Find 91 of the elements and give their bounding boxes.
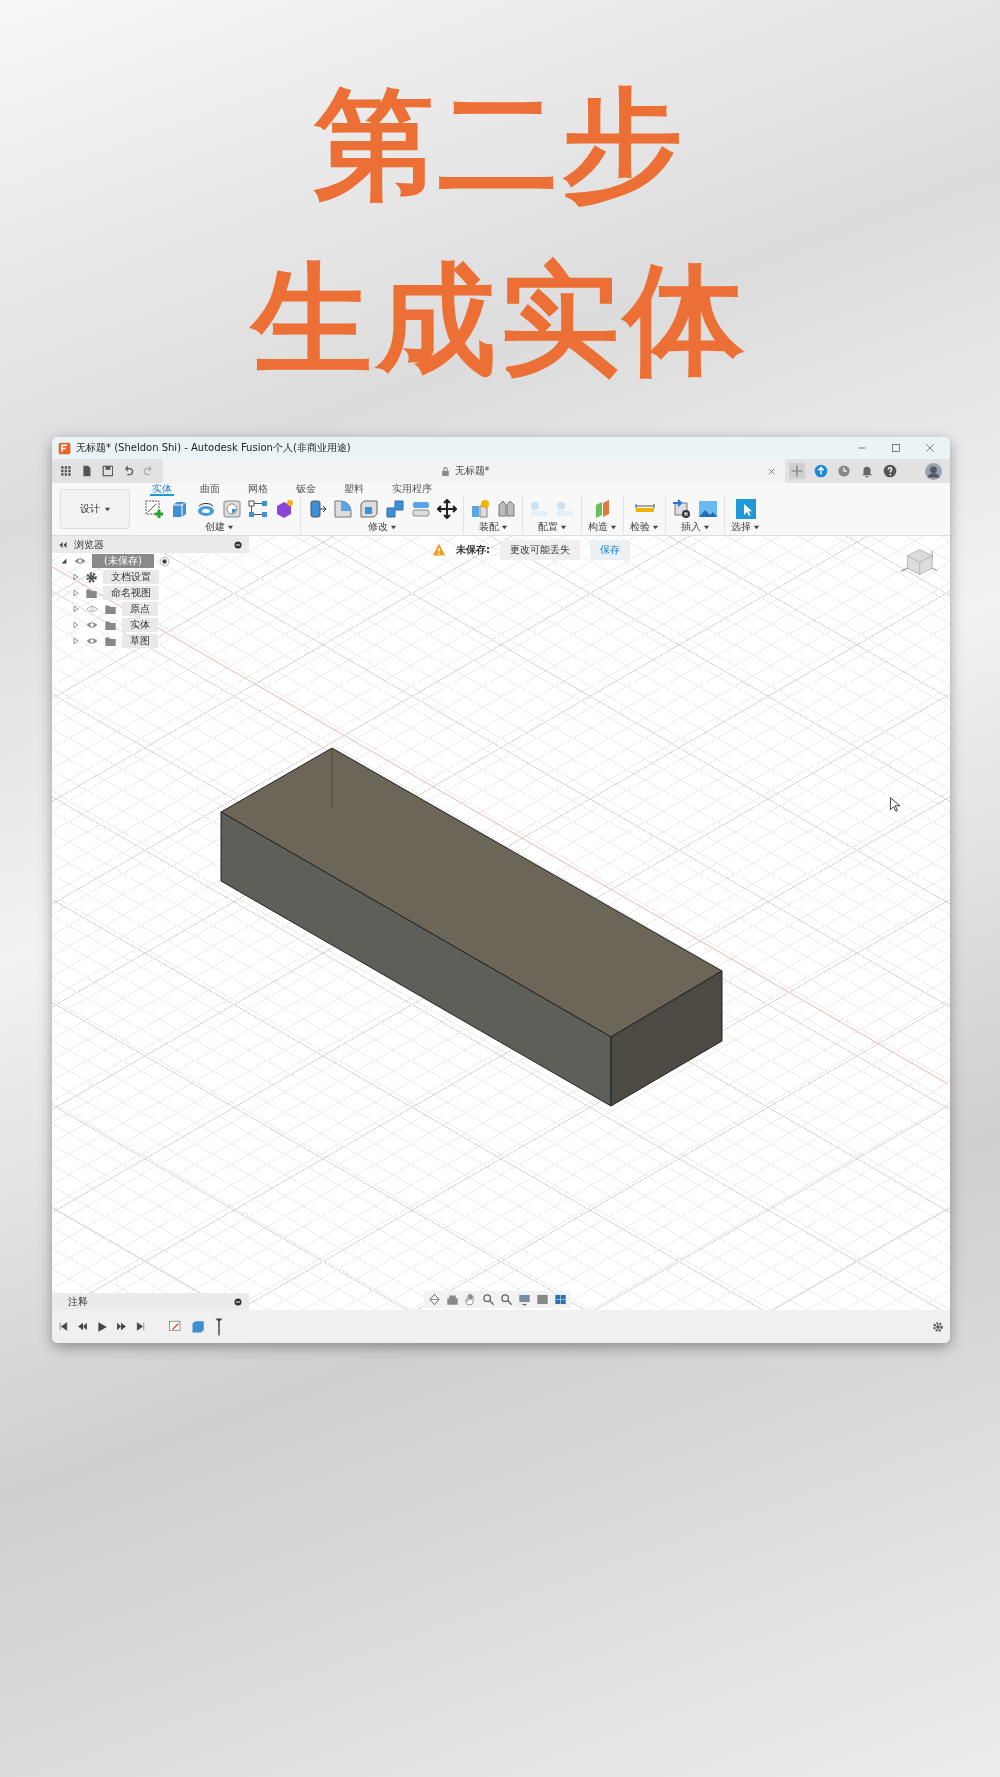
- caret-icon: [610, 523, 617, 531]
- tool-group-menu[interactable]: 选择: [731, 520, 760, 534]
- tree-item[interactable]: 原点: [122, 602, 158, 616]
- image-icon[interactable]: [698, 498, 718, 519]
- joint-icon[interactable]: [496, 498, 516, 519]
- eye-icon[interactable]: [85, 635, 99, 647]
- ribbon-tab[interactable]: 钣金: [294, 483, 318, 496]
- move-icon[interactable]: [437, 498, 457, 519]
- caret-icon: [559, 523, 567, 531]
- new-component-icon[interactable]: [470, 498, 490, 519]
- upload-icon[interactable]: [814, 464, 828, 478]
- shell-icon[interactable]: [359, 498, 379, 519]
- caret-icon: [103, 505, 111, 513]
- expanded-triangle-icon[interactable]: [60, 557, 68, 565]
- undo-icon[interactable]: [122, 465, 135, 477]
- workspace-dropdown[interactable]: 设计: [60, 489, 130, 529]
- rectangular-solid-drawing[interactable]: [220, 747, 723, 1107]
- tree-item[interactable]: 命名视图: [103, 586, 159, 600]
- panel-title: 注释: [67, 1294, 88, 1309]
- tool-group-menu[interactable]: 检验: [630, 520, 659, 534]
- save-button[interactable]: 保存: [590, 540, 630, 560]
- tool-group-menu[interactable]: 插入: [680, 520, 710, 534]
- caret-icon: [500, 523, 508, 531]
- settings-icon[interactable]: [932, 1320, 944, 1333]
- ribbon-tab[interactable]: 曲面: [198, 483, 222, 496]
- avatar-icon[interactable]: [925, 462, 942, 480]
- hole-icon[interactable]: [222, 498, 242, 519]
- ribbon-tab[interactable]: 实用程序: [390, 483, 434, 496]
- caret-icon: [389, 523, 397, 531]
- press-pull-icon[interactable]: [307, 498, 327, 519]
- headline: 第二步: [312, 74, 687, 216]
- tree-item[interactable]: 文档设置: [103, 570, 159, 584]
- caret-icon: [226, 523, 234, 531]
- cursor-icon[interactable]: [735, 498, 756, 519]
- next-icon[interactable]: [116, 1321, 127, 1332]
- tool-group-menu[interactable]: 构造: [588, 520, 617, 534]
- tool-group-menu[interactable]: 创建: [204, 520, 234, 534]
- tree-item[interactable]: 草图: [122, 634, 158, 648]
- eye-icon[interactable]: [85, 619, 99, 631]
- caret-icon: [702, 523, 710, 531]
- panel-title: 浏览器: [74, 537, 104, 552]
- previous-icon[interactable]: [77, 1321, 88, 1332]
- sketch-plus-icon[interactable]: [144, 498, 164, 519]
- headline: 生成实体: [0, 232, 1000, 407]
- file-icon[interactable]: [80, 465, 93, 477]
- eye-icon[interactable]: [73, 555, 87, 567]
- combine-icon[interactable]: [385, 498, 405, 519]
- close-icon[interactable]: [924, 442, 936, 454]
- caret-icon: [753, 523, 760, 531]
- extrude-feature-icon[interactable]: [191, 1319, 206, 1334]
- save-icon[interactable]: [101, 465, 114, 477]
- first-icon[interactable]: [58, 1321, 69, 1332]
- document-tab[interactable]: 无标题*: [454, 464, 490, 478]
- fillet-icon[interactable]: [333, 498, 353, 519]
- insert-link-icon[interactable]: [672, 498, 692, 519]
- tool-group-menu[interactable]: 配置: [537, 520, 567, 534]
- unsaved-label: 未保存:: [456, 543, 490, 557]
- help-icon[interactable]: [883, 464, 897, 478]
- tree-item[interactable]: 实体: [122, 618, 158, 632]
- play-icon[interactable]: [96, 1320, 108, 1333]
- last-icon[interactable]: [135, 1321, 146, 1332]
- app-grid-icon[interactable]: [60, 465, 72, 477]
- ribbon-tab[interactable]: 塑料: [342, 483, 366, 496]
- maximize-icon[interactable]: [890, 442, 902, 454]
- radio-icon[interactable]: [158, 555, 170, 567]
- viewports-icon[interactable]: [554, 1293, 567, 1306]
- sketch-feature-icon[interactable]: [168, 1319, 183, 1334]
- gear-icon: [85, 570, 98, 584]
- zoom-window-icon[interactable]: [482, 1293, 495, 1306]
- app-logo-icon: [58, 441, 71, 455]
- caret-icon: [652, 523, 659, 531]
- lock-icon: [439, 465, 451, 477]
- tool-group-menu[interactable]: 装配: [478, 520, 508, 534]
- clock-icon[interactable]: [837, 464, 851, 478]
- pattern-icon[interactable]: [248, 498, 268, 519]
- sparkle-cube-icon[interactable]: [274, 498, 294, 519]
- zoom-icon[interactable]: [500, 1293, 513, 1306]
- unsaved-message: 更改可能丢失: [500, 540, 580, 560]
- pin-icon[interactable]: [233, 539, 243, 550]
- warning-icon: [432, 543, 446, 557]
- ribbon-tab[interactable]: 网格: [246, 483, 270, 496]
- pin-icon[interactable]: [233, 1296, 243, 1307]
- collapse-icon[interactable]: [58, 539, 68, 550]
- tool-group-menu[interactable]: 修改: [367, 520, 397, 534]
- pan-hand-icon[interactable]: [464, 1293, 477, 1306]
- window-title: 无标题* (Sheldon Shi) - Autodesk Fusion个人(非商业用途): [76, 441, 351, 455]
- display-icon[interactable]: [518, 1293, 531, 1306]
- eye-hidden-icon[interactable]: [85, 603, 99, 615]
- ribbon-tab[interactable]: 实体: [150, 483, 174, 496]
- timeline-marker-icon[interactable]: [214, 1315, 224, 1338]
- orbit-icon[interactable]: [428, 1293, 441, 1306]
